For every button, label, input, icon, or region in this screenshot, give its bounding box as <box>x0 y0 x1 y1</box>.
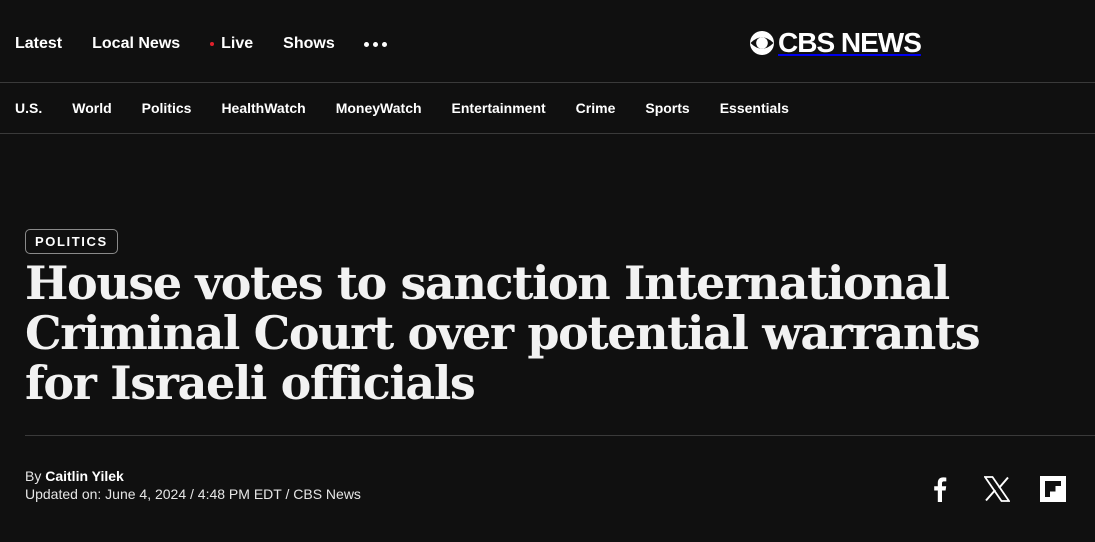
flipboard-icon <box>1040 476 1066 502</box>
section-sports[interactable]: Sports <box>645 100 689 116</box>
cbs-news-logo[interactable]: CBS NEWS <box>749 27 922 58</box>
byline: By Caitlin Yilek Updated on: June 4, 202… <box>25 467 361 503</box>
top-bar: Latest Local News Live Shows CBS NEWS <box>0 0 1095 83</box>
facebook-share-button[interactable] <box>928 476 952 502</box>
x-twitter-icon <box>984 476 1010 502</box>
nav-shows[interactable]: Shows <box>283 35 335 53</box>
cbs-eye-icon <box>750 31 774 55</box>
nav-live[interactable]: Live <box>210 35 253 53</box>
nav-latest-label: Latest <box>15 35 63 52</box>
flipboard-share-button[interactable] <box>1038 476 1068 502</box>
logo-text: CBS NEWS <box>778 27 922 58</box>
nav-local-news-label: Local News <box>92 35 181 52</box>
section-world[interactable]: World <box>72 100 111 116</box>
section-essentials[interactable]: Essentials <box>720 100 789 116</box>
section-moneywatch[interactable]: MoneyWatch <box>336 100 422 116</box>
primary-nav: Latest Local News Live Shows <box>15 34 387 54</box>
author-line: By Caitlin Yilek <box>25 467 361 485</box>
updated-timestamp: Updated on: June 4, 2024 / 4:48 PM EDT /… <box>25 486 361 502</box>
divider <box>25 435 1095 436</box>
author-link[interactable]: Caitlin Yilek <box>45 468 124 484</box>
section-crime[interactable]: Crime <box>576 100 616 116</box>
nav-latest[interactable]: Latest <box>15 35 62 53</box>
x-share-button[interactable] <box>982 476 1012 502</box>
section-nav: U.S. World Politics HealthWatch MoneyWat… <box>0 83 1095 134</box>
section-healthwatch[interactable]: HealthWatch <box>221 100 305 116</box>
article-headline: House votes to sanction International Cr… <box>25 256 981 410</box>
nav-local-news[interactable]: Local News <box>92 35 180 53</box>
facebook-icon <box>934 477 947 502</box>
nav-live-label: Live <box>221 35 254 52</box>
more-dots-icon[interactable] <box>363 34 387 54</box>
byline-prefix: By <box>25 468 42 484</box>
section-entertainment[interactable]: Entertainment <box>452 100 546 116</box>
live-dot-icon <box>210 42 215 46</box>
category-badge[interactable]: POLITICS <box>25 229 118 254</box>
nav-shows-label: Shows <box>283 35 335 52</box>
section-us[interactable]: U.S. <box>15 100 42 116</box>
section-politics[interactable]: Politics <box>142 100 192 116</box>
